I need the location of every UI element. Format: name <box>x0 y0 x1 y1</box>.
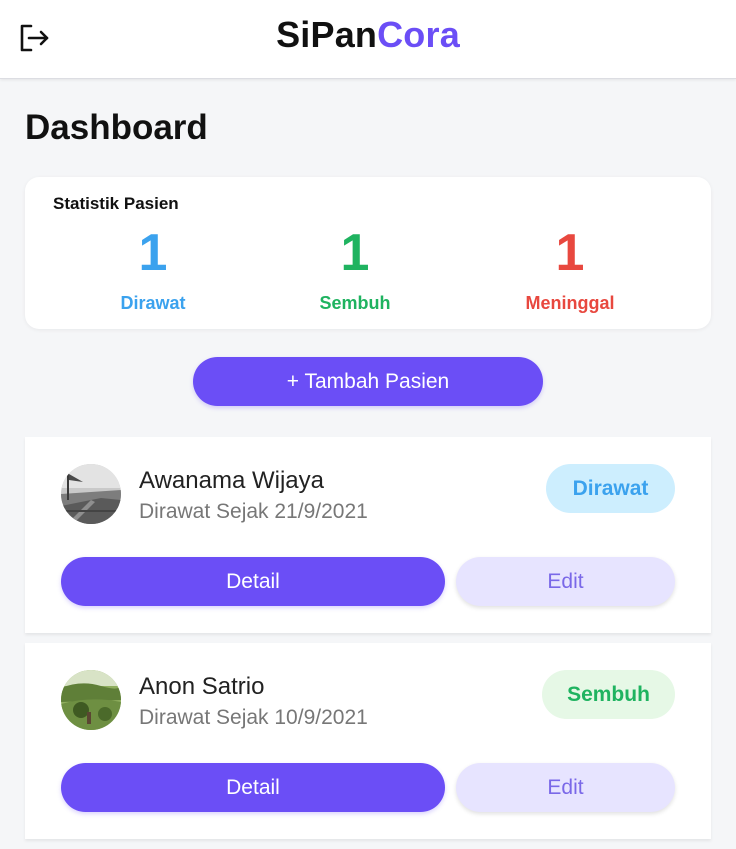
avatar <box>61 670 121 730</box>
stat-dirawat-label: Dirawat <box>120 293 186 313</box>
edit-button[interactable]: Edit <box>456 557 675 606</box>
patient-card: Awanama Wijaya Dirawat Sejak 21/9/2021 D… <box>25 437 711 633</box>
app-brand: SiPanCora <box>0 14 736 56</box>
add-patient-button[interactable]: + Tambah Pasien <box>193 357 543 406</box>
stat-meninggal-label: Meninggal <box>525 293 615 313</box>
stats-card: Statistik Pasien 1 Dirawat 1 Sembuh 1 Me… <box>25 177 711 329</box>
top-bar: SiPanCora <box>0 0 736 79</box>
stat-meninggal: 1 Meninggal <box>470 221 670 314</box>
stats-title: Statistik Pasien <box>53 194 179 213</box>
patient-name: Anon Satrio <box>139 673 265 700</box>
detail-button[interactable]: Detail <box>61 557 445 606</box>
edit-button[interactable]: Edit <box>456 763 675 812</box>
patient-name: Awanama Wijaya <box>139 467 324 494</box>
brand-accent: Cora <box>377 14 460 55</box>
detail-button[interactable]: Detail <box>61 763 445 812</box>
page-title: Dashboard <box>25 108 208 147</box>
avatar <box>61 464 121 524</box>
stat-sembuh-label: Sembuh <box>319 293 391 313</box>
stat-dirawat: 1 Dirawat <box>53 221 253 314</box>
stat-meninggal-count: 1 <box>555 224 585 282</box>
stat-sembuh-count: 1 <box>340 224 370 282</box>
status-badge: Sembuh <box>542 670 675 719</box>
patient-card: Anon Satrio Dirawat Sejak 10/9/2021 Semb… <box>25 643 711 839</box>
stat-dirawat-count: 1 <box>138 224 168 282</box>
stat-sembuh: 1 Sembuh <box>255 221 455 314</box>
avatar-photo-icon <box>61 464 121 524</box>
status-badge: Dirawat <box>546 464 675 513</box>
patient-since: Dirawat Sejak 10/9/2021 <box>139 706 368 729</box>
avatar-photo-icon <box>61 670 121 730</box>
brand-name: SiPan <box>276 14 378 55</box>
patient-since: Dirawat Sejak 21/9/2021 <box>139 500 368 523</box>
